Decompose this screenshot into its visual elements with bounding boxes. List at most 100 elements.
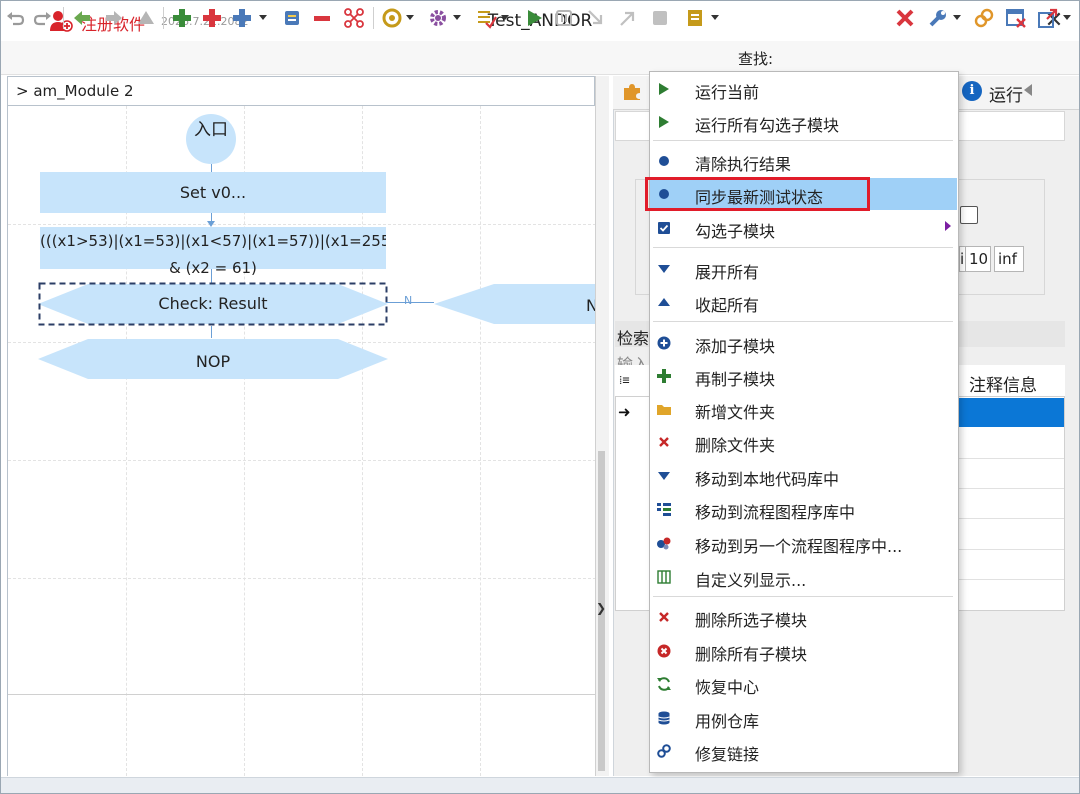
- menu-item-repair-links[interactable]: 修复链接: [650, 735, 957, 767]
- menu-item-label: 修复链接: [695, 745, 760, 764]
- run-icon[interactable]: [523, 7, 545, 29]
- triangle-down-icon: [656, 468, 672, 484]
- notes-icon[interactable]: [685, 7, 707, 29]
- table-row[interactable]: [959, 518, 1064, 519]
- menu-item-run-checked[interactable]: 运行所有勾选子模块: [650, 106, 957, 138]
- right-arrow-icon[interactable]: [103, 7, 125, 29]
- stop-icon[interactable]: [649, 7, 671, 29]
- range-min-input[interactable]: 10: [965, 246, 991, 272]
- menu-item-move-flowchart-lib[interactable]: 移动到流程图程序库中: [650, 493, 957, 525]
- play-icon: [656, 114, 672, 130]
- pause-icon[interactable]: [553, 7, 575, 29]
- option-checkbox[interactable]: [960, 206, 978, 224]
- menu-item-check-submodules[interactable]: 勾选子模块: [650, 212, 957, 244]
- table-row-selected[interactable]: [959, 398, 1064, 427]
- checklist-icon[interactable]: [475, 7, 497, 29]
- chevron-down-icon[interactable]: [711, 15, 719, 20]
- submenu-arrow-icon: [945, 221, 951, 231]
- chevron-down-icon[interactable]: [453, 15, 461, 20]
- menu-item-delete-all[interactable]: 删除所有子模块: [650, 635, 957, 667]
- undo-icon[interactable]: [5, 7, 27, 29]
- table-row[interactable]: [959, 458, 1064, 459]
- redo-icon[interactable]: [31, 7, 53, 29]
- chain-icon: [656, 743, 672, 759]
- menu-separator: [653, 596, 953, 597]
- menu-item-label: 再制子模块: [695, 370, 776, 389]
- add-green-icon[interactable]: [171, 7, 193, 29]
- menu-item-label: 移动到本地代码库中: [695, 470, 840, 489]
- flow-right-node[interactable]: [434, 282, 595, 326]
- toolbar-separator: [373, 7, 374, 29]
- menu-item-move-other-flowchart[interactable]: 移动到另一个流程图程序中...: [650, 527, 957, 559]
- menu-item-label: 移动到流程图程序库中: [695, 503, 856, 522]
- tab-run[interactable]: 运行: [989, 81, 1023, 106]
- menu-item-duplicate-submodule[interactable]: 再制子模块: [650, 360, 957, 392]
- menu-item-run-current[interactable]: 运行当前: [650, 73, 957, 105]
- grid-line: [8, 694, 595, 695]
- menu-item-custom-columns[interactable]: 自定义列显示...: [650, 561, 957, 593]
- grid-line: [8, 224, 595, 225]
- grid-line: [8, 578, 595, 579]
- annotation-highlight-box: [645, 177, 870, 211]
- export-icon[interactable]: [1037, 7, 1059, 29]
- menu-separator: [653, 247, 953, 248]
- left-arrow-icon[interactable]: [71, 7, 93, 29]
- range-max-input[interactable]: inf: [994, 246, 1024, 272]
- chevron-down-icon[interactable]: [259, 15, 267, 20]
- table-row[interactable]: [959, 549, 1064, 550]
- menu-item-delete-selected[interactable]: 删除所选子模块: [650, 601, 957, 633]
- chevron-down-icon[interactable]: [1063, 15, 1071, 20]
- gear-icon[interactable]: [427, 7, 449, 29]
- toolbar-separator: [163, 7, 164, 29]
- menu-item-label: 删除所选子模块: [695, 611, 808, 630]
- branch-n-label: N: [404, 294, 413, 307]
- move-icon: [656, 535, 672, 551]
- menu-item-collapse-all[interactable]: 收起所有: [650, 286, 957, 318]
- add-red-icon[interactable]: [201, 7, 223, 29]
- splitter-right-icon[interactable]: ❯: [596, 601, 606, 615]
- info-icon[interactable]: i: [962, 81, 982, 101]
- link-icon[interactable]: [973, 7, 995, 29]
- flowchart-canvas[interactable]: 入口 Set v0... (((x1>53)|(x1=53)|(x1<57)|(…: [7, 106, 595, 776]
- window-close-icon[interactable]: [1005, 7, 1027, 29]
- checkbox-icon: [656, 220, 672, 236]
- flow-set-node[interactable]: Set v0...: [40, 172, 386, 213]
- step-up-icon[interactable]: [617, 7, 639, 29]
- minus-icon[interactable]: [311, 7, 333, 29]
- chevron-down-icon[interactable]: [953, 15, 961, 20]
- column-note-header[interactable]: 注释信息: [969, 371, 1037, 396]
- menu-item-expand-all[interactable]: 展开所有: [650, 253, 957, 285]
- menu-item-clear-results[interactable]: 清除执行结果: [650, 145, 957, 177]
- table-row[interactable]: [959, 579, 1064, 580]
- menu-item-new-folder[interactable]: 新增文件夹: [650, 393, 957, 425]
- x-circle-icon: [656, 643, 672, 659]
- clear-icon[interactable]: [894, 7, 916, 29]
- menu-item-recovery-center[interactable]: 恢复中心: [650, 668, 957, 700]
- menu-item-add-submodule[interactable]: 添加子模块: [650, 327, 957, 359]
- add-blue-icon[interactable]: [231, 7, 253, 29]
- table-row[interactable]: [959, 488, 1064, 489]
- chevron-down-icon[interactable]: [406, 15, 414, 20]
- up-arrow-icon[interactable]: [135, 7, 157, 29]
- tab-scroll-left-icon[interactable]: [1024, 84, 1032, 96]
- menu-item-label: 删除文件夹: [695, 436, 776, 455]
- column-settings-icon[interactable]: ⁞≡: [619, 373, 630, 388]
- breadcrumb[interactable]: > am_Module 2: [7, 76, 595, 106]
- target-icon[interactable]: [381, 7, 403, 29]
- step-down-icon[interactable]: [585, 7, 607, 29]
- menu-item-move-local[interactable]: 移动到本地代码库中: [650, 460, 957, 492]
- wrench-icon[interactable]: [927, 7, 949, 29]
- menu-item-case-repository[interactable]: 用例仓库: [650, 702, 957, 734]
- doc-icon[interactable]: [281, 7, 303, 29]
- plus-circle-icon: [656, 335, 672, 351]
- menu-item-delete-folder[interactable]: 删除文件夹: [650, 426, 957, 458]
- chevron-down-icon[interactable]: [501, 15, 509, 20]
- flow-entry-node[interactable]: 入口: [186, 114, 236, 164]
- find-label: 查找:: [738, 50, 774, 68]
- plus-icon: [656, 368, 672, 384]
- triangle-down-icon: [656, 261, 672, 277]
- menu-item-label: 清除执行结果: [695, 155, 792, 174]
- menu-item-label: 勾选子模块: [695, 222, 776, 241]
- puzzle-icon[interactable]: [621, 80, 643, 102]
- cut-icon[interactable]: [343, 7, 365, 29]
